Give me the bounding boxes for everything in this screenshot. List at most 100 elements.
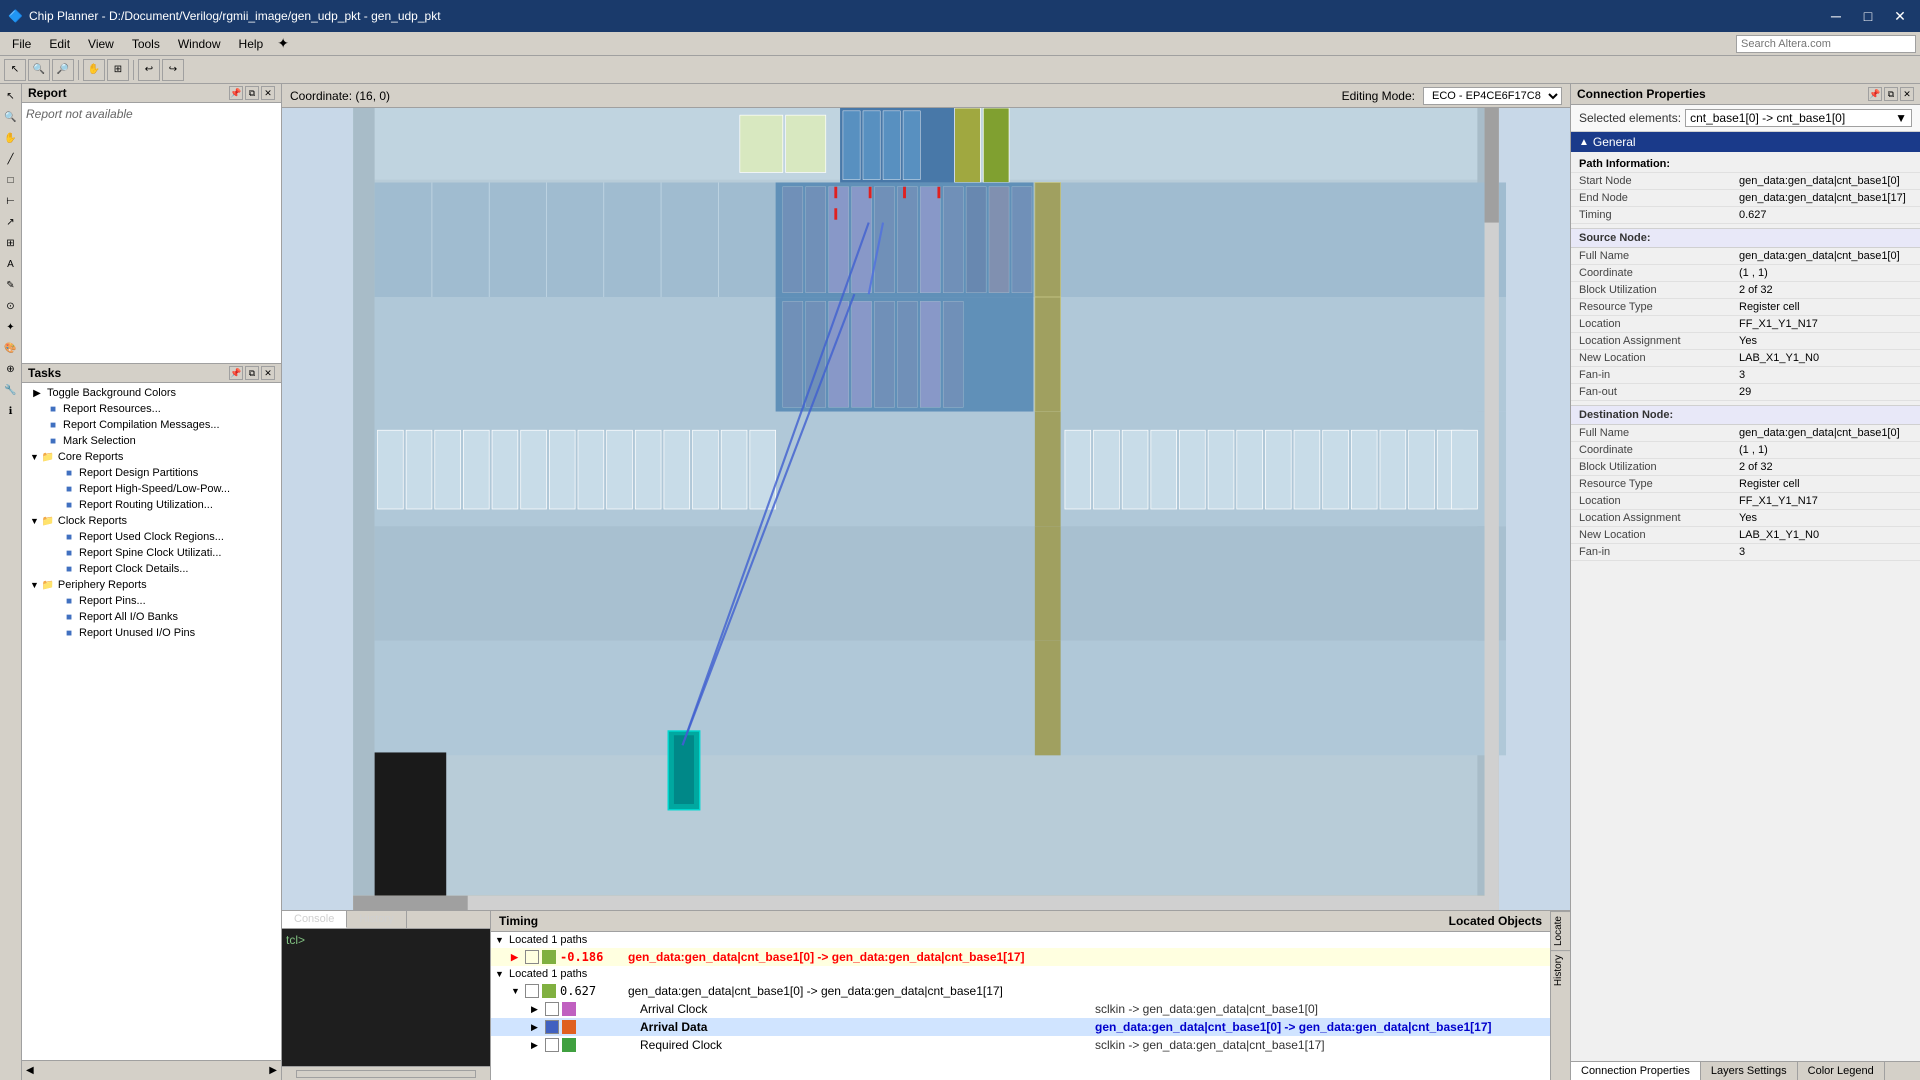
timing-check-rc[interactable] bbox=[545, 1038, 559, 1052]
doc-icon-4: ■ bbox=[62, 466, 76, 480]
task-report-high-speed[interactable]: ■ Report High-Speed/Low-Pow... bbox=[22, 481, 281, 497]
timing-section1[interactable]: ▼ Located 1 paths bbox=[491, 932, 1550, 948]
chip-view[interactable] bbox=[282, 108, 1570, 910]
menu-window[interactable]: Window bbox=[170, 35, 229, 53]
lt-color[interactable]: 🎨 bbox=[1, 338, 21, 358]
timing-check-1[interactable] bbox=[525, 950, 539, 964]
lt-place[interactable]: □ bbox=[1, 170, 21, 190]
menu-view[interactable]: View bbox=[80, 35, 122, 53]
task-report-resources[interactable]: ■ Report Resources... bbox=[22, 401, 281, 417]
tb-hand[interactable]: ✋ bbox=[83, 59, 105, 81]
src-fan-in-label: Fan-in bbox=[1571, 367, 1731, 384]
task-core-reports-folder[interactable]: ▼ 📁 Core Reports bbox=[22, 449, 281, 465]
timing-row-arrival-data[interactable]: ▶ Arrival Data gen_data:gen_data|cnt_bas… bbox=[491, 1018, 1550, 1036]
timing-row-required-clock[interactable]: ▶ Required Clock sclkin -> gen_data:gen_… bbox=[491, 1036, 1550, 1054]
timing-check-ac[interactable] bbox=[545, 1002, 559, 1016]
tb-undo[interactable]: ↩ bbox=[138, 59, 160, 81]
task-report-all-io-banks[interactable]: ■ Report All I/O Banks bbox=[22, 609, 281, 625]
maximize-button[interactable]: □ bbox=[1856, 4, 1880, 28]
timing-row-arrival-clock[interactable]: ▶ Arrival Clock sclkin -> gen_data:gen_d… bbox=[491, 1000, 1550, 1018]
task-report-routing[interactable]: ■ Report Routing Utilization... bbox=[22, 497, 281, 513]
lt-zoom[interactable]: 🔍 bbox=[1, 107, 21, 127]
lt-arrow[interactable]: ↗ bbox=[1, 212, 21, 232]
lt-wrench[interactable]: 🔧 bbox=[1, 380, 21, 400]
lt-locate[interactable]: ⊕ bbox=[1, 359, 21, 379]
tasks-scroll-right[interactable]: ▶ bbox=[269, 1065, 277, 1076]
close-button[interactable]: ✕ bbox=[1888, 4, 1912, 28]
periphery-expand[interactable]: ▼ bbox=[30, 580, 39, 590]
folder-icon-3: 📁 bbox=[41, 578, 55, 592]
timing-row-1[interactable]: ▶ -0.186 gen_data:gen_data|cnt_base1[0] … bbox=[491, 948, 1550, 966]
lt-pan[interactable]: ✋ bbox=[1, 128, 21, 148]
lt-highlight[interactable]: ✦ bbox=[1, 317, 21, 337]
bottom-panel: Console History tcl> Timing Located Obje… bbox=[282, 910, 1570, 1080]
src-resource-type-value: Register cell bbox=[1731, 299, 1920, 316]
dest-new-loc-value: LAB_X1_Y1_N0 bbox=[1731, 527, 1920, 544]
timing-row-2[interactable]: ▼ 0.627 gen_data:gen_data|cnt_base1[0] -… bbox=[491, 982, 1550, 1000]
task-clock-reports-folder[interactable]: ▼ 📁 Clock Reports bbox=[22, 513, 281, 529]
tasks-scroll-left[interactable]: ◀ bbox=[26, 1065, 34, 1076]
tb-zoom-in[interactable]: 🔍 bbox=[28, 59, 50, 81]
history-button[interactable]: History bbox=[1551, 950, 1570, 990]
lt-label[interactable]: A bbox=[1, 254, 21, 274]
tb-fit[interactable]: ⊞ bbox=[107, 59, 129, 81]
lt-edit[interactable]: ✎ bbox=[1, 275, 21, 295]
task-report-clock-details[interactable]: ■ Report Clock Details... bbox=[22, 561, 281, 577]
report-close-btn[interactable]: ✕ bbox=[261, 86, 275, 100]
menu-tools[interactable]: Tools bbox=[124, 35, 168, 53]
tasks-close-btn[interactable]: ✕ bbox=[261, 366, 275, 380]
task-report-unused-io-pins[interactable]: ■ Report Unused I/O Pins bbox=[22, 625, 281, 641]
selected-elements-dropdown[interactable]: cnt_base1[0] -> cnt_base1[0] ▼ bbox=[1685, 109, 1912, 127]
task-report-pins[interactable]: ■ Report Pins... bbox=[22, 593, 281, 609]
locate-button[interactable]: Locate bbox=[1551, 911, 1570, 950]
search-input[interactable] bbox=[1736, 35, 1916, 53]
tasks-pin-btn[interactable]: 📌 bbox=[229, 366, 243, 380]
task-toggle-bg[interactable]: ▶ Toggle Background Colors bbox=[22, 385, 281, 401]
dest-block-util-label: Block Utilization bbox=[1571, 459, 1731, 476]
task-mark-selection[interactable]: ■ Mark Selection bbox=[22, 433, 281, 449]
clock-expand[interactable]: ▼ bbox=[30, 516, 39, 526]
task-report-used-clock[interactable]: ■ Report Used Clock Regions... bbox=[22, 529, 281, 545]
lt-info[interactable]: ℹ bbox=[1, 401, 21, 421]
end-node-label: End Node bbox=[1571, 190, 1731, 207]
minimize-button[interactable]: ─ bbox=[1824, 4, 1848, 28]
menu-edit[interactable]: Edit bbox=[41, 35, 78, 53]
editing-mode-select[interactable]: ECO - EP4CE6F17C8 bbox=[1423, 87, 1562, 105]
cp-close-btn[interactable]: ✕ bbox=[1900, 87, 1914, 101]
lt-probe[interactable]: ⊙ bbox=[1, 296, 21, 316]
tab-color-legend[interactable]: Color Legend bbox=[1798, 1062, 1885, 1080]
console-tab[interactable]: Console bbox=[282, 911, 347, 928]
task-report-spine-clock[interactable]: ■ Report Spine Clock Utilizati... bbox=[22, 545, 281, 561]
task-periphery-reports-folder[interactable]: ▼ 📁 Periphery Reports bbox=[22, 577, 281, 593]
cp-float-btn[interactable]: ⧉ bbox=[1884, 87, 1898, 101]
menu-help[interactable]: Help bbox=[231, 35, 272, 53]
timing-section2[interactable]: ▼ Located 1 paths bbox=[491, 966, 1550, 982]
tb-redo[interactable]: ↪ bbox=[162, 59, 184, 81]
doc-icon-7: ■ bbox=[62, 530, 76, 544]
core-expand[interactable]: ▼ bbox=[30, 452, 39, 462]
tab-connection-properties[interactable]: Connection Properties bbox=[1571, 1062, 1701, 1080]
timing-check-2[interactable] bbox=[525, 984, 539, 998]
tab-layers-settings[interactable]: Layers Settings bbox=[1701, 1062, 1798, 1080]
timing-check-ad[interactable] bbox=[545, 1020, 559, 1034]
cp-pin-btn[interactable]: 📌 bbox=[1868, 87, 1882, 101]
menu-file[interactable]: File bbox=[4, 35, 39, 53]
tasks-float-btn[interactable]: ⧉ bbox=[245, 366, 259, 380]
lt-route[interactable]: ╱ bbox=[1, 149, 21, 169]
editing-mode-label: Editing Mode: bbox=[1342, 89, 1415, 103]
menu-bar: File Edit View Tools Window Help ✦ bbox=[0, 32, 1920, 56]
tb-select[interactable]: ↖ bbox=[4, 59, 26, 81]
src-fan-in-value: 3 bbox=[1731, 367, 1920, 384]
doc-icon-2: ■ bbox=[46, 418, 60, 432]
lt-measure[interactable]: ⊞ bbox=[1, 233, 21, 253]
lt-select[interactable]: ↖ bbox=[1, 86, 21, 106]
report-pin-btn[interactable]: 📌 bbox=[229, 86, 243, 100]
src-loc-assign-label: Location Assignment bbox=[1571, 333, 1731, 350]
dest-node-table: Full Name gen_data:gen_data|cnt_base1[0]… bbox=[1571, 425, 1920, 561]
report-float-btn[interactable]: ⧉ bbox=[245, 86, 259, 100]
task-report-design-partitions[interactable]: ■ Report Design Partitions bbox=[22, 465, 281, 481]
history-tab[interactable]: History bbox=[347, 911, 406, 928]
tb-zoom-out[interactable]: 🔎 bbox=[52, 59, 74, 81]
lt-wire[interactable]: ⊢ bbox=[1, 191, 21, 211]
task-report-compilation[interactable]: ■ Report Compilation Messages... bbox=[22, 417, 281, 433]
